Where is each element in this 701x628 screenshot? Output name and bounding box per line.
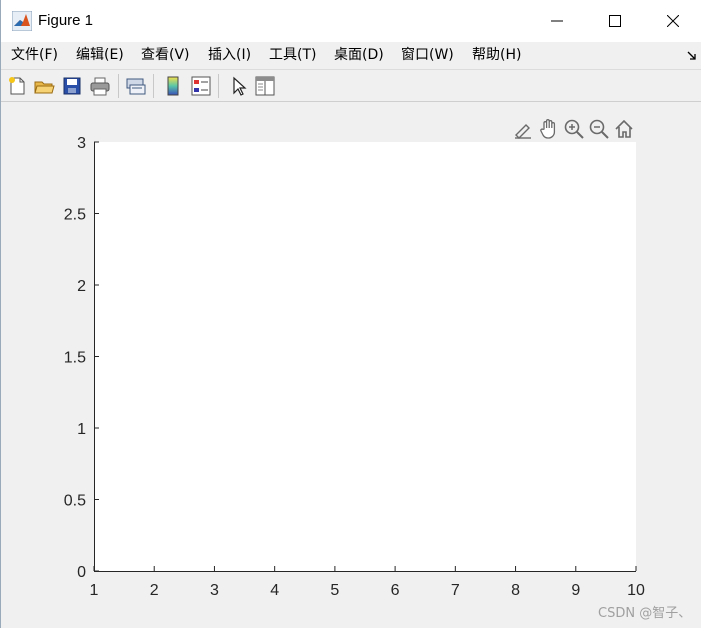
menu-file[interactable]: 文件(F) [11, 42, 58, 69]
close-icon [667, 15, 679, 27]
x-tick-label: 8 [511, 582, 520, 599]
menu-insert[interactable]: 插入(I) [208, 42, 251, 69]
maximize-icon [609, 15, 621, 27]
menu-edit[interactable]: 编辑(E) [76, 42, 124, 69]
y-tick-label: 1.5 [64, 350, 86, 367]
menu-help[interactable]: 帮助(H) [472, 42, 521, 69]
open-file-icon[interactable] [33, 75, 55, 97]
x-tick-label: 6 [391, 582, 400, 599]
menu-desktop[interactable]: 桌面(D) [334, 42, 384, 69]
menu-window[interactable]: 窗口(W) [401, 42, 454, 69]
plot-area[interactable] [94, 142, 636, 571]
link-plot-icon[interactable] [125, 75, 147, 97]
y-tick-label: 2 [77, 278, 86, 295]
toolbar-separator [118, 74, 119, 98]
x-tick-label: 2 [150, 582, 159, 599]
x-tick-label: 3 [210, 582, 219, 599]
toolbar-separator [218, 74, 219, 98]
figure-window: Figure 1 文件(F) 编辑(E) 查看(V) 插入(I) 工具(T) 桌… [0, 0, 701, 628]
figure-canvas: 0 0.5 1 1.5 2 2.5 3 1 2 3 4 5 6 7 8 9 10 CSDN @智子、 [2, 102, 701, 628]
new-figure-icon[interactable] [6, 75, 28, 97]
legend-icon[interactable] [190, 75, 212, 97]
figure-toolbar [1, 69, 701, 102]
property-inspector-icon[interactable] [254, 75, 276, 97]
x-tick-label: 7 [451, 582, 460, 599]
y-tick-label: 2.5 [64, 207, 86, 224]
y-tick-label: 3 [77, 135, 86, 152]
close-button[interactable] [644, 0, 701, 42]
menu-view[interactable]: 查看(V) [141, 42, 190, 69]
x-tick-label: 1 [90, 582, 99, 599]
y-tick-label: 1 [77, 421, 86, 438]
matlab-logo-icon [12, 11, 32, 31]
axes-plot[interactable]: 0 0.5 1 1.5 2 2.5 3 1 2 3 4 5 6 7 8 9 10 [2, 102, 701, 628]
x-tick-label: 9 [571, 582, 580, 599]
y-tick-label: 0.5 [64, 493, 86, 510]
x-tick-label: 10 [627, 582, 645, 599]
title-bar[interactable]: Figure 1 [1, 0, 701, 42]
menu-tools[interactable]: 工具(T) [269, 42, 316, 69]
watermark-text: CSDN @智子、 [598, 606, 692, 621]
colorbar-icon[interactable] [162, 75, 184, 97]
minimize-icon [551, 20, 563, 22]
edit-plot-icon[interactable] [228, 75, 250, 97]
maximize-button[interactable] [586, 0, 644, 42]
save-icon[interactable] [61, 75, 83, 97]
print-icon[interactable] [89, 75, 111, 97]
y-tick-label: 0 [77, 564, 86, 581]
window-title: Figure 1 [38, 12, 94, 29]
toolbar-separator [153, 74, 154, 98]
x-tick-label: 5 [330, 582, 339, 599]
dock-arrow-icon[interactable] [687, 51, 697, 61]
menu-bar: 文件(F) 编辑(E) 查看(V) 插入(I) 工具(T) 桌面(D) 窗口(W… [1, 42, 701, 69]
x-tick-label: 4 [270, 582, 279, 599]
minimize-button[interactable] [528, 0, 586, 42]
